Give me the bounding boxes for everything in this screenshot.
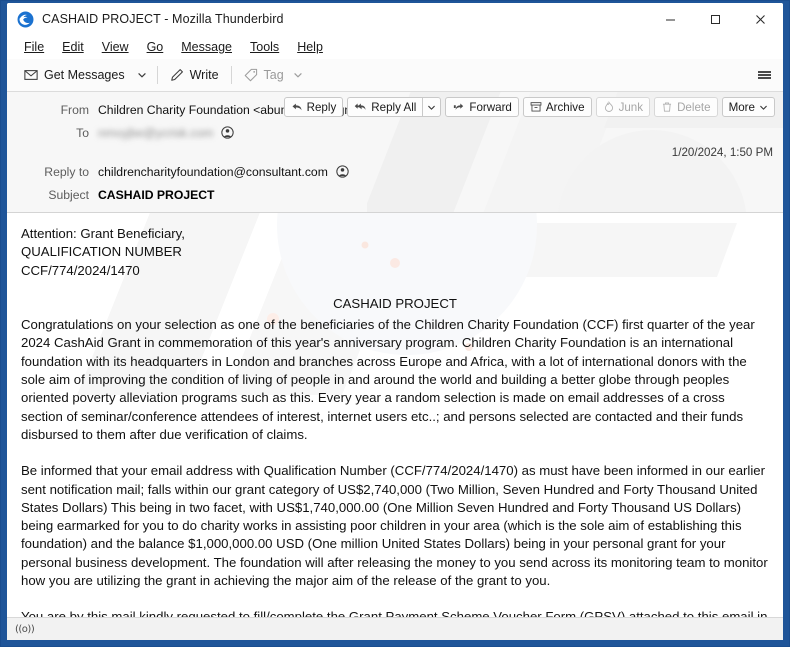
message-paragraph-1: Congratulations on your selection as one… xyxy=(21,317,755,442)
menu-tools-label: Tools xyxy=(250,40,280,54)
reply-to-value-container[interactable]: childrencharityfoundation@consultant.com xyxy=(98,165,349,179)
menu-tools[interactable]: Tools xyxy=(241,37,288,57)
get-messages-dropdown[interactable] xyxy=(132,66,152,84)
subject-label: Subject xyxy=(48,187,89,202)
close-icon xyxy=(756,14,765,24)
contact-circle-icon[interactable] xyxy=(221,126,234,139)
close-button[interactable] xyxy=(738,3,783,35)
reply-to-label: Reply to xyxy=(44,164,89,179)
menu-help[interactable]: Help xyxy=(288,37,332,57)
junk-button[interactable]: Junk xyxy=(595,97,651,117)
get-messages-button[interactable]: Get Messages xyxy=(17,64,132,86)
menu-message[interactable]: Message xyxy=(172,37,241,57)
header-row-reply-to: Reply to childrencharityfoundation@consu… xyxy=(7,160,783,183)
title-bar: CASHAID PROJECT - Mozilla Thunderbird xyxy=(7,3,783,35)
chevron-down-icon xyxy=(137,72,146,78)
chevron-down-icon xyxy=(428,105,436,110)
archive-box-icon xyxy=(530,102,542,112)
get-messages-label: Get Messages xyxy=(44,68,125,82)
trash-icon xyxy=(663,102,672,112)
hamburger-menu-icon xyxy=(757,69,771,80)
message-title: CASHAID PROJECT xyxy=(333,295,457,311)
message-body-pane: Attention: Grant Beneficiary, QUALIFICAT… xyxy=(7,213,783,617)
window-controls xyxy=(648,3,783,35)
more-button[interactable]: More xyxy=(721,97,775,117)
header-row-subject: Subject CASHAID PROJECT xyxy=(7,183,783,206)
window-title: CASHAID PROJECT - Mozilla Thunderbird xyxy=(42,12,284,26)
minimize-button[interactable] xyxy=(648,3,693,35)
status-bar: ((o)) xyxy=(7,617,783,640)
toolbar-separator-2 xyxy=(230,66,232,84)
main-toolbar: Get Messages Write Tag xyxy=(7,59,783,92)
reply-all-button[interactable]: Reply All xyxy=(347,97,423,117)
message-header-pane: Reply Reply All Forward Archive Junk Del… xyxy=(7,92,783,213)
message-paragraph-2: Be informed that your email address with… xyxy=(21,463,768,589)
menu-go-label: Go xyxy=(146,40,164,54)
tag-icon xyxy=(244,68,257,82)
tag-button[interactable]: Tag xyxy=(237,64,310,86)
forward-button[interactable]: Forward xyxy=(445,97,519,117)
message-action-buttons: Reply Reply All Forward Archive Junk Del… xyxy=(280,97,775,117)
thunderbird-logo-icon xyxy=(17,11,34,27)
message-paragraph-3: You are by this mail kindly requested to… xyxy=(21,609,768,617)
menu-message-label: Message xyxy=(181,40,232,54)
attention-line: Attention: Grant Beneficiary, xyxy=(21,226,185,241)
minimize-icon xyxy=(666,19,675,20)
menu-edit[interactable]: Edit xyxy=(53,37,93,57)
to-value: nmvyjbe@ycrisk.com xyxy=(98,125,214,140)
header-row-to: To nmvyjbe@ycrisk.com xyxy=(7,121,783,144)
reply-all-arrow-icon xyxy=(354,103,366,111)
subject-value: CASHAID PROJECT xyxy=(98,187,215,202)
menu-view-label: View xyxy=(101,40,129,54)
to-value-container[interactable]: nmvyjbe@ycrisk.com xyxy=(98,126,234,140)
qualification-number: CCF/774/2024/1470 xyxy=(21,262,140,278)
message-content: Attention: Grant Beneficiary, QUALIFICAT… xyxy=(21,225,769,617)
menu-go[interactable]: Go xyxy=(138,37,173,57)
reply-all-label: Reply All xyxy=(371,100,417,114)
junk-label: Junk xyxy=(618,100,644,114)
delete-button[interactable]: Delete xyxy=(654,97,718,117)
toolbar-separator xyxy=(156,66,158,84)
menu-help-label: Help xyxy=(297,40,323,54)
maximize-icon xyxy=(711,14,720,24)
message-date: 1/20/2024, 1:50 PM xyxy=(671,146,773,159)
write-button[interactable]: Write xyxy=(163,64,226,86)
to-label: To xyxy=(76,125,89,140)
reply-to-value: childrencharityfoundation@consultant.com xyxy=(98,164,328,179)
reply-all-group: Reply All xyxy=(347,97,442,117)
reply-button[interactable]: Reply xyxy=(283,97,344,117)
archive-button[interactable]: Archive xyxy=(522,97,592,117)
tag-label: Tag xyxy=(263,68,284,82)
reply-arrow-icon xyxy=(292,103,302,111)
forward-arrow-icon xyxy=(454,103,464,111)
delete-label: Delete xyxy=(677,100,711,114)
maximize-button[interactable] xyxy=(693,3,738,35)
qualification-label: QUALIFICATION NUMBER xyxy=(21,244,182,260)
junk-flame-icon xyxy=(604,101,613,112)
menu-file-label: File xyxy=(24,40,45,54)
chevron-down-icon xyxy=(293,72,302,78)
broadcast-signal-icon: ((o)) xyxy=(15,623,35,635)
app-menu-button[interactable] xyxy=(753,64,775,86)
thunderbird-window: CASHAID PROJECT - Mozilla Thunderbird Fi… xyxy=(0,0,790,647)
more-label: More xyxy=(728,100,755,114)
envelope-download-icon xyxy=(24,70,38,80)
menu-view[interactable]: View xyxy=(93,37,138,57)
window-client-area: CASHAID PROJECT - Mozilla Thunderbird Fi… xyxy=(7,3,783,640)
menu-file[interactable]: File xyxy=(15,37,53,57)
reply-label: Reply xyxy=(306,100,337,114)
forward-label: Forward xyxy=(469,100,512,114)
menu-edit-label: Edit xyxy=(62,40,84,54)
reply-all-dropdown[interactable] xyxy=(422,97,442,117)
pencil-icon xyxy=(170,69,183,81)
menu-bar: File Edit View Go Message Tools Help xyxy=(7,35,783,59)
archive-label: Archive xyxy=(545,100,585,114)
from-label: From xyxy=(60,102,89,117)
write-label: Write xyxy=(189,68,219,82)
contact-circle-icon[interactable] xyxy=(336,165,349,178)
chevron-down-icon xyxy=(760,105,767,110)
